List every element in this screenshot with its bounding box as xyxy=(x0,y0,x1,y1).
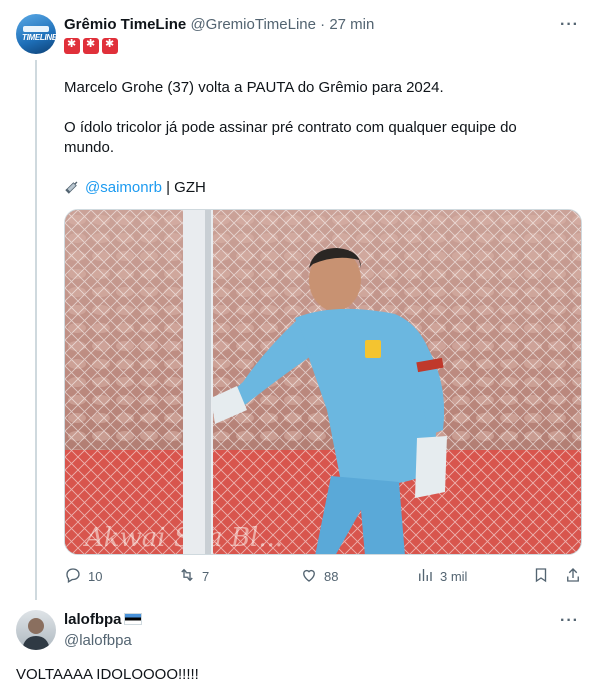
reply-text: VOLTAAAA IDOLOOOO!!!!! xyxy=(16,666,199,683)
reply-author-name[interactable]: lalofbpa xyxy=(64,611,122,628)
reply-button[interactable]: 10 xyxy=(64,566,102,587)
reply-author-name-row: lalofbpa xyxy=(64,611,142,628)
reply-more-options-icon[interactable]: ··· xyxy=(560,612,579,630)
author-handle[interactable]: @GremioTimeLine xyxy=(190,16,316,33)
views-icon xyxy=(416,566,434,587)
tweet-text-line-3: mundo. xyxy=(64,139,115,156)
reply-author-handle[interactable]: @lalofbpa xyxy=(64,632,132,649)
tweet-header: Grêmio TimeLine @GremioTimeLine · 27 min xyxy=(64,16,374,33)
share-icon xyxy=(564,566,582,587)
tweet-actions: 10 7 88 3 mil xyxy=(64,566,588,588)
siren-icon xyxy=(64,37,80,54)
author-name[interactable]: Grêmio TimeLine xyxy=(64,16,186,33)
retweet-icon xyxy=(178,566,196,587)
bookmark-button[interactable] xyxy=(532,566,550,587)
credit-mention-link[interactable]: @saimonrb xyxy=(85,179,162,196)
estonia-flag-icon xyxy=(123,613,142,625)
avatar-logo-text: TIMELINE xyxy=(22,33,56,42)
views-count: 3 mil xyxy=(440,569,468,584)
share-button[interactable] xyxy=(564,566,582,587)
tweet-text-line-1: Marcelo Grohe (37) volta a PAUTA do Grêm… xyxy=(64,79,444,96)
siren-icon xyxy=(102,37,118,54)
reply-count: 10 xyxy=(88,569,103,584)
syringe-icon xyxy=(64,179,80,195)
heart-icon xyxy=(300,566,318,587)
avatar-logo-bar xyxy=(23,26,49,32)
person-avatar-icon xyxy=(22,618,50,650)
author-avatar[interactable]: TIMELINE xyxy=(16,14,56,54)
tweet-time[interactable]: 27 min xyxy=(329,16,374,33)
like-count: 88 xyxy=(324,569,339,584)
retweet-count: 7 xyxy=(202,569,210,584)
siren-icon xyxy=(83,37,99,54)
tweet-text-line-2: O ídolo tricolor já pode assinar pré con… xyxy=(64,119,517,136)
reply-icon xyxy=(64,566,82,587)
header-separator: · xyxy=(320,16,326,33)
tweet-photo[interactable]: Akwai Saa Bl... xyxy=(64,209,582,555)
credit-source: | GZH xyxy=(161,179,206,196)
reply-author-avatar[interactable] xyxy=(16,610,56,650)
like-button[interactable]: 88 xyxy=(300,566,338,587)
retweet-button[interactable]: 7 xyxy=(178,566,209,587)
goalkeeper-photo: Akwai Saa Bl... xyxy=(65,210,581,554)
siren-emojis xyxy=(64,37,118,54)
more-options-icon[interactable]: ··· xyxy=(560,16,579,34)
thread-line xyxy=(35,60,37,600)
photo-credit: @saimonrb | GZH xyxy=(64,178,206,198)
views-button[interactable]: 3 mil xyxy=(416,566,467,587)
bookmark-icon xyxy=(532,566,550,587)
